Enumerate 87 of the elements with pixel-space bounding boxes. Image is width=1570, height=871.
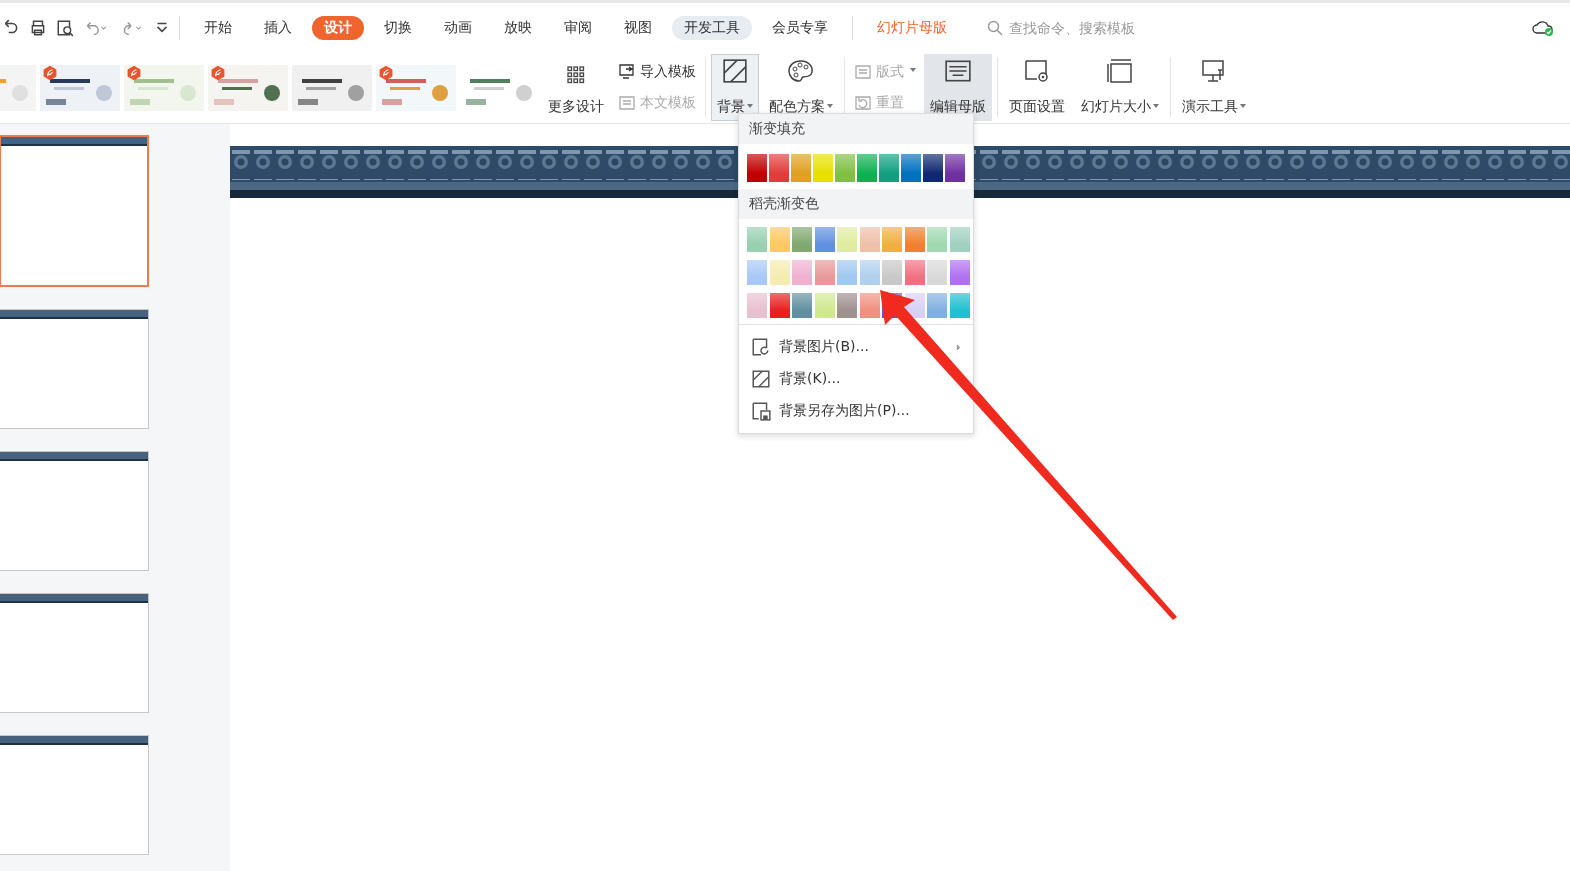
gradient-swatch[interactable] — [814, 260, 835, 285]
gradient-swatch[interactable] — [747, 154, 767, 182]
docer-badge-icon — [378, 64, 394, 81]
gradient-swatch[interactable] — [813, 154, 833, 182]
slide-thumbnail[interactable] — [0, 735, 149, 855]
slide-thumbnail[interactable] — [0, 309, 149, 429]
gradient-swatch[interactable] — [859, 227, 880, 252]
menu-item[interactable]: 背景(K)... — [739, 363, 973, 395]
slide-thumbnail[interactable] — [0, 451, 149, 571]
slide-size-icon — [1106, 58, 1134, 84]
template-icon — [618, 94, 636, 113]
gradient-swatch[interactable] — [769, 293, 790, 318]
ribbon-tab[interactable]: 插入 — [252, 15, 304, 40]
background-icon — [721, 58, 749, 84]
menu-item[interactable]: 背景图片(B)... — [739, 331, 973, 363]
gradient-swatch[interactable] — [769, 260, 790, 285]
master-slide-icon — [944, 58, 972, 84]
gradient-swatch[interactable] — [835, 154, 855, 182]
gradient-swatch[interactable] — [769, 227, 790, 252]
picture-icon — [751, 337, 771, 357]
ribbon-tab[interactable]: 视图 — [612, 15, 664, 40]
more-design-button[interactable]: 更多设计 — [542, 54, 610, 121]
menu-item[interactable]: 背景另存为图片(P)... — [739, 395, 973, 427]
page-settings-icon — [1023, 58, 1051, 84]
section-header: 稻壳渐变色 — [739, 189, 973, 219]
docer-badge-icon — [42, 64, 58, 81]
gradient-swatch[interactable] — [837, 227, 857, 252]
gradient-swatch[interactable] — [747, 227, 767, 252]
slide-size-button[interactable]: 幻灯片大小 — [1075, 54, 1165, 121]
template-icon — [618, 62, 636, 81]
background-icon — [751, 369, 771, 389]
gradient-swatch[interactable] — [747, 260, 767, 285]
gradient-swatch[interactable] — [949, 293, 970, 318]
gradient-swatch[interactable] — [949, 260, 970, 285]
gradient-swatch[interactable] — [882, 227, 902, 252]
gradient-swatch[interactable] — [901, 154, 921, 182]
ribbon-tab[interactable]: 审阅 — [552, 15, 604, 40]
ribbon-tab[interactable]: 开发工具 — [672, 15, 752, 40]
docer-badge-icon — [126, 64, 142, 81]
gradient-swatch[interactable] — [859, 293, 880, 318]
gradient-swatch[interactable] — [904, 260, 925, 285]
print-preview-icon[interactable] — [56, 18, 74, 37]
gradient-swatch[interactable] — [857, 154, 877, 182]
search-icon — [987, 19, 1003, 36]
slide-thumbnail[interactable] — [0, 135, 149, 287]
gradient-swatch[interactable] — [927, 260, 947, 285]
background-button[interactable]: 背景 — [711, 54, 759, 121]
submenu-arrow-icon — [956, 343, 961, 351]
ribbon-tab[interactable]: 切换 — [372, 15, 424, 40]
presentation-tools-button[interactable]: 演示工具 — [1176, 54, 1252, 121]
gradient-swatch[interactable] — [814, 293, 835, 318]
palette-icon — [787, 58, 815, 84]
save-image-icon — [751, 401, 771, 421]
grid-icon — [567, 66, 585, 84]
print-icon[interactable] — [29, 18, 47, 37]
cloud-icon[interactable] — [1532, 18, 1554, 37]
ribbon-tab[interactable]: 动画 — [432, 15, 484, 40]
gradient-swatch[interactable] — [927, 293, 947, 318]
gradient-swatch[interactable] — [747, 293, 767, 318]
gradient-swatch[interactable] — [769, 154, 789, 182]
edit-master-button[interactable]: 编辑母版 — [924, 54, 992, 121]
gradient-swatch[interactable] — [792, 260, 812, 285]
ribbon-tab[interactable]: 会员专享 — [760, 15, 840, 40]
reset-icon — [854, 94, 872, 113]
gradient-swatch[interactable] — [792, 227, 812, 252]
gradient-swatch[interactable] — [859, 260, 880, 285]
gradient-swatch[interactable] — [837, 293, 857, 318]
gradient-swatch[interactable] — [927, 227, 947, 252]
gradient-swatch[interactable] — [923, 154, 943, 182]
search-field[interactable]: 查找命令、搜索模板 — [987, 18, 1171, 37]
layout-icon — [854, 62, 872, 81]
gradient-swatch[interactable] — [945, 154, 965, 182]
gradient-swatch[interactable] — [949, 227, 970, 252]
gradient-swatch[interactable] — [879, 154, 899, 182]
section-header: 渐变填充 — [739, 114, 973, 144]
docer-badge-icon — [210, 64, 226, 81]
page-setup-button[interactable]: 页面设置 — [1003, 54, 1071, 121]
gradient-swatch[interactable] — [882, 260, 902, 285]
gradient-swatch[interactable] — [792, 293, 812, 318]
ribbon-tab[interactable]: 放映 — [492, 15, 544, 40]
ribbon-tab[interactable]: 开始 — [192, 15, 244, 40]
gradient-swatch[interactable] — [837, 260, 857, 285]
import-template-button[interactable]: 导入模板 — [618, 62, 696, 81]
gradient-swatch[interactable] — [904, 227, 925, 252]
slide-thumbnail[interactable] — [0, 593, 149, 713]
gradient-swatch[interactable] — [814, 227, 835, 252]
gradient-swatch[interactable] — [791, 154, 811, 182]
